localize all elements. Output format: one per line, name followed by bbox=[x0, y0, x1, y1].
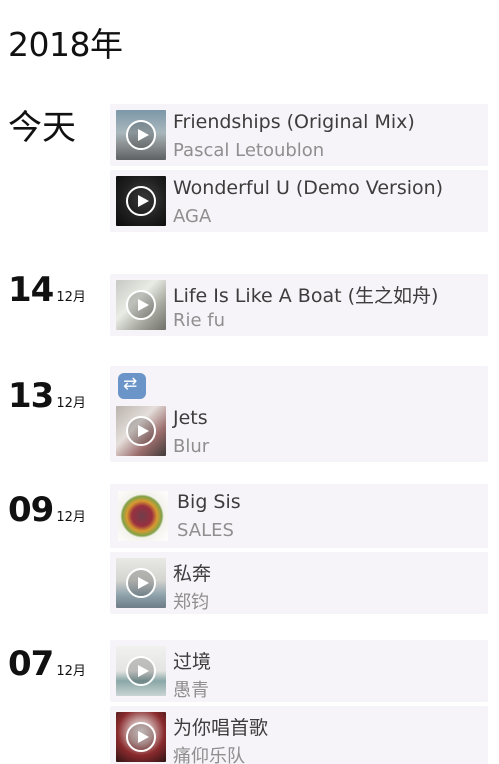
track-title: Wonderful U (Demo Version) bbox=[173, 177, 444, 199]
date-day: 14 bbox=[8, 270, 54, 310]
repeat-icon[interactable] bbox=[118, 373, 146, 399]
play-icon[interactable] bbox=[126, 568, 156, 598]
play-icon[interactable] bbox=[126, 186, 156, 216]
track-artist: 愚青 bbox=[173, 680, 209, 701]
album-art[interactable] bbox=[116, 406, 166, 456]
album-art[interactable] bbox=[116, 176, 166, 226]
track-title: 过境 bbox=[173, 651, 212, 673]
track-artist: AGA bbox=[173, 206, 212, 227]
track-card[interactable]: Big Sis SALES bbox=[110, 484, 488, 548]
track-card[interactable]: 过境 愚青 bbox=[110, 640, 488, 702]
date-label: 今天 bbox=[8, 108, 76, 148]
date-13: 13 12月 bbox=[8, 376, 86, 416]
play-icon[interactable] bbox=[126, 656, 156, 686]
date-month: 12月 bbox=[56, 396, 86, 411]
track-artist: 痛仰乐队 bbox=[173, 746, 245, 764]
track-card[interactable]: Wonderful U (Demo Version) AGA bbox=[110, 170, 488, 232]
track-title: Friendships (Original Mix) bbox=[173, 111, 415, 133]
date-month: 12月 bbox=[56, 290, 86, 305]
track-card[interactable]: Friendships (Original Mix) Pascal Letoub… bbox=[110, 104, 488, 166]
album-art[interactable] bbox=[116, 110, 166, 160]
play-icon[interactable] bbox=[126, 416, 156, 446]
play-icon[interactable] bbox=[126, 120, 156, 150]
track-title: Life Is Like A Boat (生之如舟) bbox=[173, 285, 439, 307]
track-card[interactable]: 私奔 郑钧 bbox=[110, 552, 488, 614]
track-title: 私奔 bbox=[173, 563, 212, 585]
date-day: 09 bbox=[8, 490, 54, 530]
play-icon[interactable] bbox=[126, 290, 156, 320]
album-art[interactable] bbox=[116, 646, 166, 696]
track-artist: 郑钧 bbox=[173, 592, 209, 613]
date-month: 12月 bbox=[56, 664, 86, 679]
track-artist: Blur bbox=[173, 436, 210, 457]
year-heading: 2018年 bbox=[8, 25, 123, 64]
date-day: 13 bbox=[8, 376, 54, 416]
track-title: 为你唱首歌 bbox=[173, 717, 269, 739]
date-month: 12月 bbox=[56, 510, 86, 525]
date-day: 07 bbox=[8, 644, 54, 684]
album-art[interactable] bbox=[118, 491, 168, 541]
track-title: Jets bbox=[173, 407, 208, 429]
album-art[interactable] bbox=[116, 558, 166, 608]
album-art[interactable] bbox=[116, 280, 166, 330]
date-09: 09 12月 bbox=[8, 490, 86, 530]
track-card[interactable]: 为你唱首歌 痛仰乐队 bbox=[110, 706, 488, 764]
track-card[interactable]: Jets Blur bbox=[110, 366, 488, 462]
play-icon[interactable] bbox=[126, 722, 156, 752]
date-14: 14 12月 bbox=[8, 270, 86, 310]
track-artist: Pascal Letoublon bbox=[173, 140, 325, 161]
album-art[interactable] bbox=[116, 712, 166, 762]
track-artist: SALES bbox=[177, 520, 234, 541]
date-today: 今天 bbox=[8, 100, 76, 149]
track-artist: Rie fu bbox=[173, 310, 226, 331]
track-card[interactable]: Life Is Like A Boat (生之如舟) Rie fu bbox=[110, 274, 488, 336]
track-title: Big Sis bbox=[177, 491, 241, 513]
date-07: 07 12月 bbox=[8, 644, 86, 684]
